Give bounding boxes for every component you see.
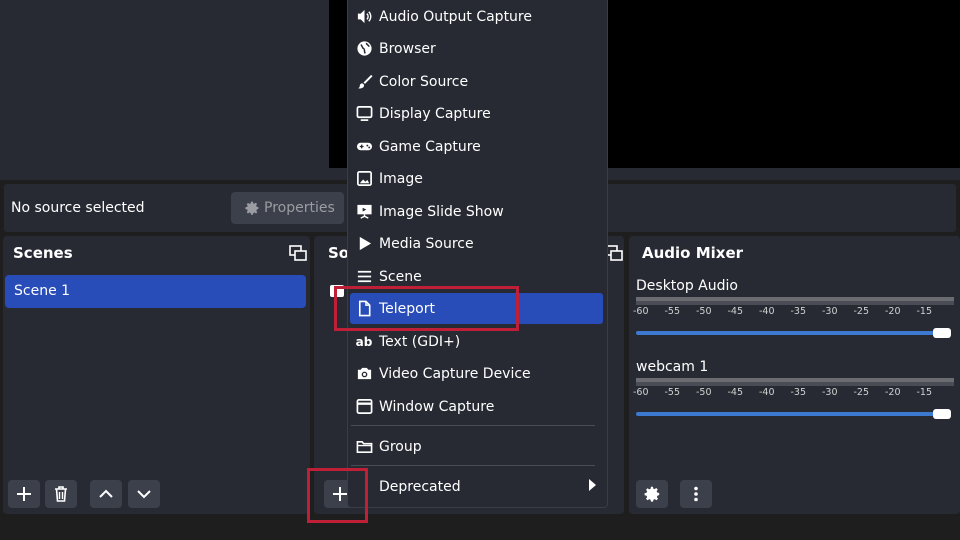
slideshow-icon <box>355 203 373 221</box>
menu-item-window-capture[interactable]: Window Capture <box>350 391 603 422</box>
menu-item-label: Text (GDI+) <box>379 333 461 350</box>
submenu-arrow-icon <box>589 479 596 491</box>
chevron-up-icon <box>99 489 113 498</box>
add-scene-button[interactable] <box>8 480 40 508</box>
menu-item-label: Window Capture <box>379 398 495 415</box>
properties-button[interactable]: Properties <box>231 192 344 224</box>
menu-item-browser[interactable]: Browser <box>350 33 603 64</box>
menu-separator <box>351 465 595 466</box>
folder-icon <box>355 438 373 456</box>
meter-tick: -45 <box>727 306 744 317</box>
list-icon <box>355 268 373 286</box>
meter-tick: -55 <box>664 306 681 317</box>
volume-slider[interactable] <box>636 412 936 416</box>
mixer-settings-button[interactable] <box>636 480 668 508</box>
meter-tick: -25 <box>853 306 870 317</box>
menu-item-label: Image <box>379 170 423 187</box>
speaker-icon <box>355 8 373 26</box>
window-icon <box>355 398 373 416</box>
properties-label: Properties <box>264 200 335 216</box>
menu-item-color-source[interactable]: Color Source <box>350 66 603 97</box>
meter-tick: -55 <box>664 387 681 398</box>
menu-item-audio-output-capture[interactable]: Audio Output Capture <box>350 1 603 32</box>
menu-item-label: Group <box>379 438 422 455</box>
image-icon <box>355 170 373 188</box>
menu-item-label: Scene <box>379 268 422 285</box>
meter-tick: -50 <box>696 306 712 317</box>
menu-item-label: Color Source <box>379 73 469 90</box>
meter-tick: -20 <box>885 387 901 398</box>
menu-item-group[interactable]: Group <box>350 431 603 462</box>
meter-scale: -60 -55 -50 -45 -40 -35 -30 -25 -20 -15 <box>633 306 953 317</box>
move-scene-up-button[interactable] <box>90 480 122 508</box>
menu-item-image[interactable]: Image <box>350 163 603 194</box>
audio-meter <box>636 301 954 305</box>
trash-icon <box>55 486 67 502</box>
meter-tick: -20 <box>885 306 901 317</box>
gear-icon <box>644 486 660 502</box>
vertical-ellipsis-icon <box>694 486 698 502</box>
menu-item-label: Deprecated <box>379 478 461 495</box>
globe-icon <box>355 40 373 58</box>
meter-tick: -60 <box>633 387 649 398</box>
audio-mixer-title: Audio Mixer <box>642 244 744 262</box>
meter-tick: -50 <box>696 387 712 398</box>
audio-meter <box>636 382 954 386</box>
meter-tick: -35 <box>790 306 807 317</box>
menu-item-label: Display Capture <box>379 105 491 122</box>
meter-tick: -35 <box>790 387 807 398</box>
menu-item-label: Image Slide Show <box>379 203 504 220</box>
scenes-title: Scenes <box>13 244 73 262</box>
volume-slider-handle[interactable] <box>933 328 951 338</box>
remove-scene-button[interactable] <box>45 480 77 508</box>
no-source-label: No source selected <box>11 200 145 216</box>
mixer-more-button[interactable] <box>680 480 712 508</box>
menu-item-label: Game Capture <box>379 138 481 155</box>
menu-item-deprecated[interactable]: Deprecated <box>350 471 603 502</box>
meter-scale: -60 -55 -50 -45 -40 -35 -30 -25 -20 -15 <box>633 387 953 398</box>
monitor-icon <box>355 105 373 123</box>
move-scene-down-button[interactable] <box>128 480 160 508</box>
text-icon: ab <box>355 333 373 351</box>
scene-list-item[interactable]: Scene 1 <box>5 275 306 308</box>
text-icon-glyph: ab <box>355 334 373 349</box>
menu-item-media-source[interactable]: Media Source <box>350 228 603 259</box>
highlight-box <box>307 468 368 523</box>
play-icon <box>355 235 373 253</box>
highlight-box <box>334 286 519 331</box>
paintbrush-icon <box>355 73 373 91</box>
mixer-channel-name: Desktop Audio <box>636 278 738 294</box>
meter-tick: -30 <box>822 306 838 317</box>
meter-tick: -25 <box>853 387 870 398</box>
meter-tick: -15 <box>916 387 933 398</box>
menu-item-image-slide-show[interactable]: Image Slide Show <box>350 196 603 227</box>
meter-tick: -40 <box>759 387 775 398</box>
menu-separator <box>351 425 595 426</box>
volume-slider-handle[interactable] <box>933 409 951 419</box>
undock-icon[interactable] <box>289 245 307 261</box>
gear-icon <box>245 201 259 215</box>
menu-item-label: Media Source <box>379 235 474 252</box>
camera-icon <box>355 365 373 383</box>
menu-item-label: Video Capture Device <box>379 365 531 382</box>
plus-icon <box>17 487 31 501</box>
meter-tick: -60 <box>633 306 649 317</box>
meter-tick: -40 <box>759 306 775 317</box>
menu-item-label: Browser <box>379 40 436 57</box>
menu-item-display-capture[interactable]: Display Capture <box>350 98 603 129</box>
chevron-down-icon <box>137 490 151 499</box>
volume-slider[interactable] <box>636 331 936 335</box>
meter-tick: -15 <box>916 306 933 317</box>
mixer-channel-name: webcam 1 <box>636 359 709 375</box>
menu-item-video-capture-device[interactable]: Video Capture Device <box>350 358 603 389</box>
gamepad-icon <box>355 138 373 156</box>
menu-item-game-capture[interactable]: Game Capture <box>350 131 603 162</box>
sources-title: So <box>328 244 350 262</box>
meter-tick: -30 <box>822 387 838 398</box>
meter-tick: -45 <box>727 387 744 398</box>
menu-item-label: Audio Output Capture <box>379 8 532 25</box>
